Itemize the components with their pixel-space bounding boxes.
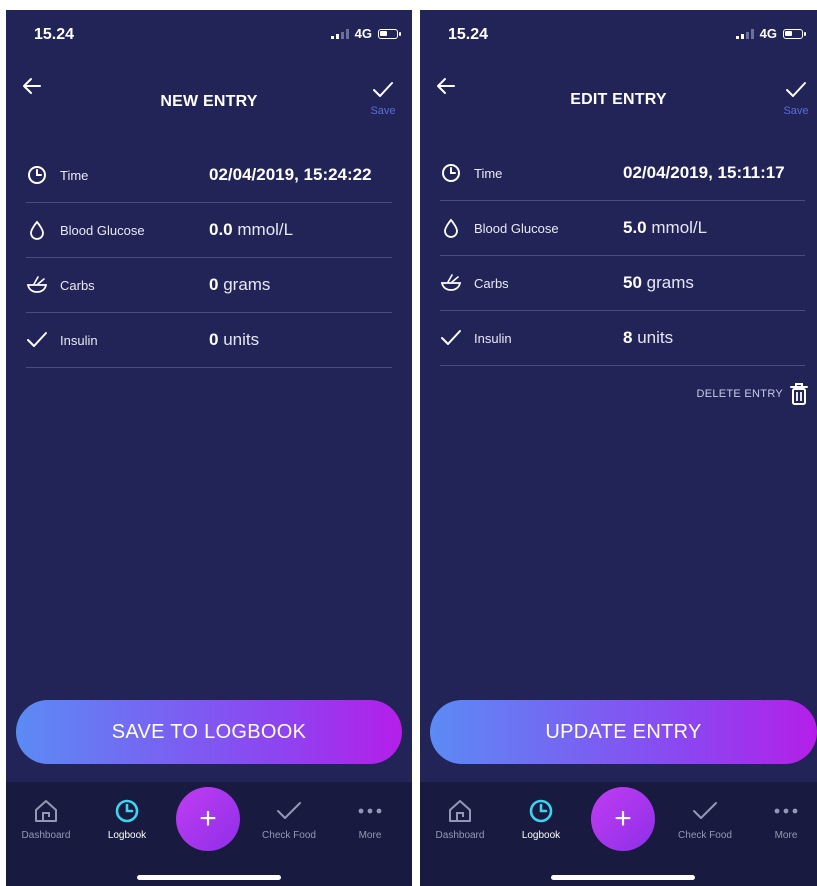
drop-icon (440, 217, 462, 239)
delete-entry-label: DELETE ENTRY (696, 388, 783, 400)
time-label: Time (474, 165, 503, 181)
time-value: 02/04/2019, 15:11:17 (623, 163, 785, 182)
bowl-icon (440, 272, 462, 294)
clock-icon (26, 164, 48, 186)
insulin-value: 8 units (623, 328, 674, 347)
tab-logbook-label: Logbook (521, 830, 561, 841)
blood-glucose-row[interactable]: Blood Glucose 5.0 mmol/L (440, 201, 805, 256)
tab-logbook-label: Logbook (107, 830, 147, 841)
status-time: 15.24 (448, 26, 489, 43)
tab-bar: Dashboard Logbook + Check Food More (6, 782, 412, 886)
home-icon (11, 796, 81, 826)
tab-check-food-label: Check Food (262, 830, 316, 841)
page-title: EDIT ENTRY (570, 91, 667, 108)
time-value: 02/04/2019, 15:24:22 (209, 165, 372, 184)
save-button[interactable]: Save (781, 80, 811, 117)
tab-more-label: More (358, 830, 382, 841)
carbs-label: Carbs (474, 275, 509, 291)
network-label: 4G (354, 26, 372, 41)
bowl-icon (26, 274, 48, 296)
home-indicator (137, 875, 281, 880)
tab-more-label: More (774, 830, 798, 841)
insulin-row[interactable]: Insulin 0 units (26, 313, 392, 368)
battery-icon (783, 28, 806, 39)
network-label: 4G (759, 26, 777, 41)
tab-logbook[interactable]: Logbook (506, 796, 576, 841)
tab-dashboard[interactable]: Dashboard (425, 796, 495, 841)
save-to-logbook-button[interactable]: SAVE TO LOGBOOK (16, 700, 402, 764)
add-entry-button[interactable]: + (591, 787, 655, 851)
check-food-icon (254, 796, 324, 826)
checkmark-icon (373, 82, 393, 97)
home-icon (425, 796, 495, 826)
more-dots-icon (751, 796, 817, 826)
trash-icon (790, 383, 808, 405)
delete-entry-button[interactable]: DELETE ENTRY (696, 382, 809, 406)
save-label: Save (370, 105, 396, 117)
update-entry-button[interactable]: UPDATE ENTRY (430, 700, 817, 764)
home-indicator (551, 875, 695, 880)
tab-bar: Dashboard Logbook + Check Food More (420, 782, 817, 886)
tab-dashboard-label: Dashboard (21, 830, 71, 841)
insulin-label: Insulin (60, 332, 98, 348)
tab-check-food[interactable]: Check Food (254, 796, 324, 841)
check-food-icon (670, 796, 740, 826)
blood-glucose-label: Blood Glucose (474, 220, 559, 236)
signal-icon (735, 28, 754, 39)
new-entry-screen: 15.24 4G NEW ENTRY Save Time 02/04/2019,… (6, 10, 412, 886)
tab-check-food[interactable]: Check Food (670, 796, 740, 841)
status-indicators: 4G (330, 26, 401, 41)
edit-entry-screen: 15.24 4G EDIT ENTRY Save Time 02/04/2019… (420, 10, 817, 886)
tab-logbook[interactable]: Logbook (92, 796, 162, 841)
signal-icon (330, 28, 349, 39)
page-title: NEW ENTRY (160, 93, 258, 110)
carbs-value: 50 grams (623, 273, 694, 292)
plus-icon: + (199, 802, 217, 835)
carbs-value: 0 grams (209, 275, 271, 294)
logbook-clock-icon (506, 796, 576, 826)
drop-icon (26, 219, 48, 241)
add-entry-button[interactable]: + (176, 787, 240, 851)
save-label: Save (783, 105, 809, 117)
blood-glucose-value: 0.0 mmol/L (209, 220, 294, 239)
entry-form: Time 02/04/2019, 15:11:17 Blood Glucose … (440, 146, 805, 366)
check-icon (26, 329, 48, 351)
more-dots-icon (335, 796, 405, 826)
time-label: Time (60, 167, 89, 183)
carbs-row[interactable]: Carbs 50 grams (440, 256, 805, 311)
entry-form: Time 02/04/2019, 15:24:22 Blood Glucose … (26, 148, 392, 368)
insulin-value: 0 units (209, 330, 260, 349)
logbook-clock-icon (92, 796, 162, 826)
time-row[interactable]: Time 02/04/2019, 15:24:22 (26, 148, 392, 203)
tab-dashboard[interactable]: Dashboard (11, 796, 81, 841)
tab-check-food-label: Check Food (678, 830, 732, 841)
insulin-row[interactable]: Insulin 8 units (440, 311, 805, 366)
blood-glucose-value: 5.0 mmol/L (623, 218, 708, 237)
battery-icon (378, 28, 401, 39)
tab-dashboard-label: Dashboard (435, 830, 485, 841)
insulin-label: Insulin (474, 330, 512, 346)
check-icon (440, 327, 462, 349)
status-time: 15.24 (34, 26, 75, 43)
status-indicators: 4G (735, 26, 806, 41)
tab-more[interactable]: More (335, 796, 405, 841)
save-button[interactable]: Save (368, 80, 398, 117)
tab-more[interactable]: More (751, 796, 817, 841)
clock-icon (440, 162, 462, 184)
checkmark-icon (786, 82, 806, 97)
carbs-row[interactable]: Carbs 0 grams (26, 258, 392, 313)
plus-icon: + (614, 802, 632, 835)
blood-glucose-row[interactable]: Blood Glucose 0.0 mmol/L (26, 203, 392, 258)
blood-glucose-label: Blood Glucose (60, 222, 145, 238)
time-row[interactable]: Time 02/04/2019, 15:11:17 (440, 146, 805, 201)
carbs-label: Carbs (60, 277, 95, 293)
